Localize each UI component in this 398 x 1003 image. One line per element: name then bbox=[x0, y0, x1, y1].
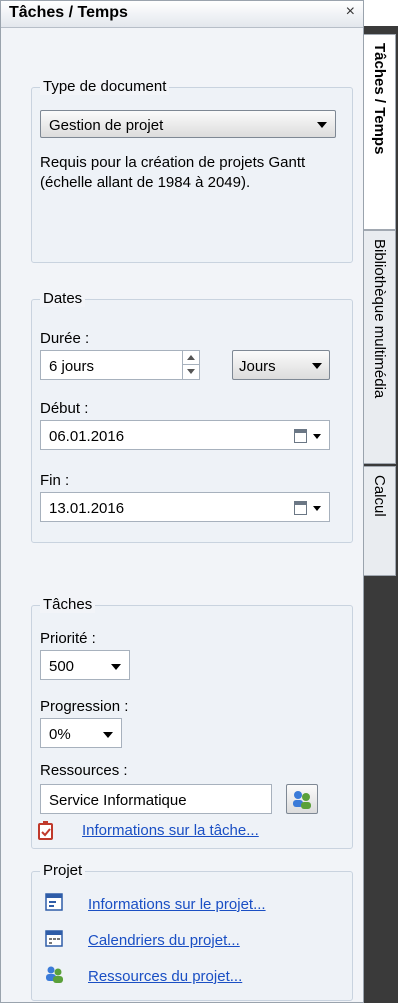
progress-value: 0% bbox=[49, 726, 71, 743]
chevron-down-icon bbox=[111, 664, 121, 670]
task-time-panel: Tâches / Temps × Type de document Gestio… bbox=[0, 0, 364, 1003]
chevron-down-icon[interactable] bbox=[313, 506, 321, 511]
progress-select[interactable]: 0% bbox=[40, 718, 122, 748]
tab-calcul[interactable]: Calcul bbox=[364, 466, 396, 576]
task-info-icon bbox=[38, 821, 53, 840]
doc-type-group: Type de document Gestion de projet Requi… bbox=[31, 78, 353, 263]
progress-label: Progression : bbox=[40, 698, 129, 715]
tab-bibliotheque-label: Bibliothèque multimédia bbox=[371, 239, 388, 399]
dates-group: Dates Durée : 6 jours Jours Début : 06.0… bbox=[31, 290, 353, 543]
spin-down-icon[interactable] bbox=[187, 369, 195, 374]
resources-input[interactable]: Service Informatique bbox=[40, 784, 272, 814]
project-legend: Projet bbox=[40, 862, 86, 879]
project-info-icon bbox=[45, 893, 63, 911]
doc-type-desc-2: (échelle allant de 1984 à 2049). bbox=[40, 174, 251, 191]
calendar-icon[interactable] bbox=[294, 429, 307, 443]
calendar-icon bbox=[45, 930, 63, 947]
chevron-down-icon bbox=[312, 363, 322, 369]
side-tabs: Tâches / Temps Bibliothèque multimédia C… bbox=[364, 26, 398, 1003]
chevron-down-icon bbox=[103, 732, 113, 738]
dates-legend: Dates bbox=[40, 290, 86, 307]
project-info-link[interactable]: Informations sur le projet... bbox=[88, 896, 266, 913]
doc-type-legend: Type de document bbox=[40, 78, 170, 95]
people-icon bbox=[46, 966, 63, 983]
spin-divider bbox=[183, 364, 199, 365]
chevron-down-icon[interactable] bbox=[313, 434, 321, 439]
tab-taches-temps-label: Tâches / Temps bbox=[371, 43, 388, 155]
tab-bibliotheque-multimedia[interactable]: Bibliothèque multimédia bbox=[364, 230, 396, 464]
start-label: Début : bbox=[40, 400, 89, 417]
project-calendars-link[interactable]: Calendriers du projet... bbox=[88, 932, 240, 949]
task-info-link[interactable]: Informations sur la tâche... bbox=[82, 822, 259, 839]
people-icon bbox=[293, 791, 311, 809]
close-button[interactable]: × bbox=[346, 3, 355, 21]
priority-select[interactable]: 500 bbox=[40, 650, 130, 680]
start-date-value: 06.01.2016 bbox=[49, 428, 125, 445]
project-group: Projet Informations sur le projet... Cal… bbox=[31, 862, 353, 1001]
end-label: Fin : bbox=[40, 472, 70, 489]
project-resources-link[interactable]: Ressources du projet... bbox=[88, 968, 242, 985]
doc-type-value: Gestion de projet bbox=[49, 117, 164, 134]
tasks-group: Tâches Priorité : 500 Progression : 0% R… bbox=[31, 596, 353, 849]
duration-unit-value: Jours bbox=[239, 358, 276, 375]
tab-calcul-label: Calcul bbox=[371, 475, 388, 517]
calendar-icon[interactable] bbox=[294, 501, 307, 515]
duration-value: 6 jours bbox=[49, 358, 95, 375]
duration-label: Durée : bbox=[40, 330, 90, 347]
panel-title: Tâches / Temps bbox=[9, 4, 128, 21]
select-resources-button[interactable] bbox=[286, 784, 318, 814]
duration-unit-select[interactable]: Jours bbox=[232, 350, 330, 380]
priority-label: Priorité : bbox=[40, 630, 96, 647]
spin-up-icon[interactable] bbox=[187, 355, 195, 360]
chevron-down-icon bbox=[317, 122, 327, 128]
start-date-input[interactable]: 06.01.2016 bbox=[40, 420, 330, 450]
priority-value: 500 bbox=[49, 658, 75, 675]
end-date-value: 13.01.2016 bbox=[49, 500, 125, 517]
panel-titlebar: Tâches / Temps × bbox=[1, 1, 363, 28]
doc-type-select[interactable]: Gestion de projet bbox=[40, 110, 336, 138]
duration-input[interactable]: 6 jours bbox=[40, 350, 200, 380]
duration-stepper[interactable] bbox=[182, 351, 199, 379]
resources-label: Ressources : bbox=[40, 762, 128, 779]
resources-value: Service Informatique bbox=[49, 792, 187, 809]
doc-type-desc-1: Requis pour la création de projets Gantt bbox=[40, 154, 306, 171]
tab-taches-temps[interactable]: Tâches / Temps bbox=[364, 34, 396, 230]
end-date-input[interactable]: 13.01.2016 bbox=[40, 492, 330, 522]
tasks-legend: Tâches bbox=[40, 596, 96, 613]
